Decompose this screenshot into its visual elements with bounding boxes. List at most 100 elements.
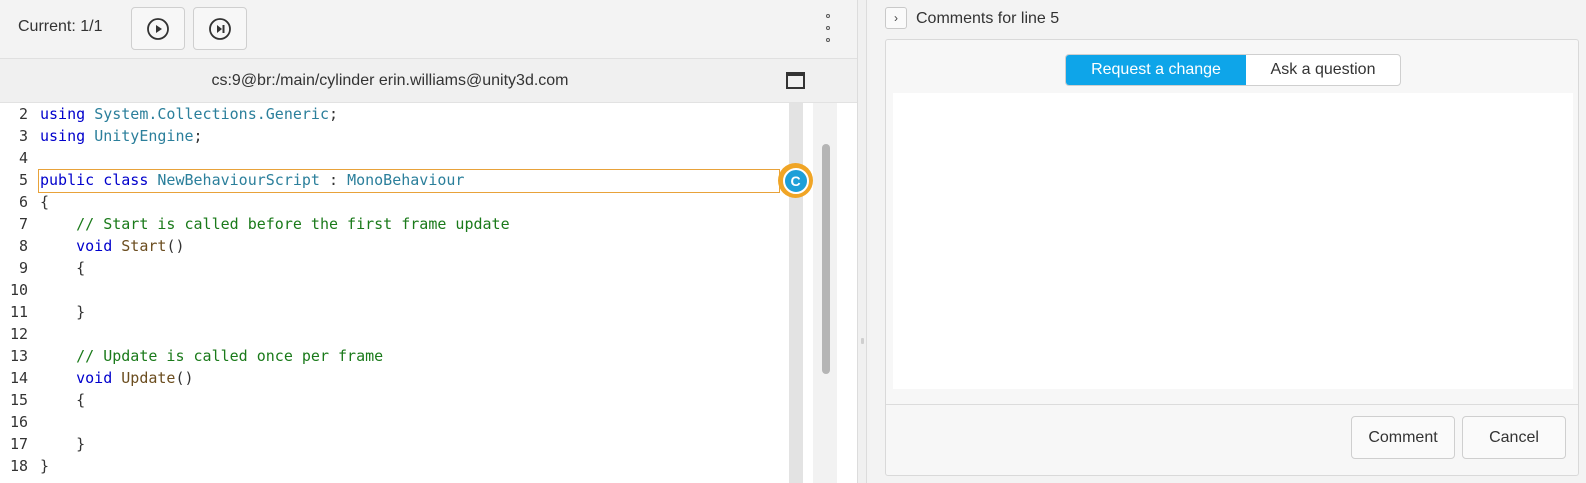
code-token: () (166, 237, 185, 255)
code-line[interactable]: 8 void Start() (0, 235, 798, 257)
code-text: using System.Collections.Generic; (40, 103, 338, 125)
code-line[interactable]: 9 { (0, 257, 798, 279)
code-text: } (40, 455, 49, 477)
code-line[interactable]: 13 // Update is called once per frame (0, 345, 798, 367)
skip-next-icon (209, 17, 231, 40)
code-line[interactable]: 10 (0, 279, 798, 301)
line-number: 10 (9, 281, 28, 299)
code-token: class (103, 171, 149, 189)
line-number: 3 (18, 127, 28, 145)
code-token: : (319, 171, 348, 189)
comment-textarea[interactable] (893, 93, 1573, 389)
play-button[interactable] (131, 7, 185, 50)
code-text: } (40, 433, 85, 455)
file-path-bar: cs:9@br:/main/cylinder erin.williams@uni… (0, 58, 867, 103)
panel-splitter[interactable] (857, 0, 867, 483)
line-number: 16 (9, 413, 28, 431)
code-line[interactable]: 5 public class NewBehaviourScript : MonoB… (0, 169, 798, 191)
editor-gutter-strip (789, 103, 803, 483)
code-line[interactable]: 3 using UnityEngine; (0, 125, 798, 147)
code-token: ; (193, 127, 203, 145)
card-divider (886, 404, 1578, 405)
code-line[interactable]: 18} (0, 455, 798, 477)
code-token: // Update is called once per frame (76, 347, 384, 365)
line-number: 11 (9, 303, 28, 321)
code-text: using UnityEngine; (40, 125, 203, 147)
code-token: NewBehaviourScript (157, 171, 320, 189)
minimap (803, 103, 813, 483)
code-line[interactable]: 12 (0, 323, 798, 345)
line-number: 5 (18, 171, 28, 189)
code-token: UnityEngine (94, 127, 194, 145)
collapse-comments-button[interactable]: › (885, 7, 907, 29)
code-text: // Start is called before the first fram… (40, 213, 510, 235)
code-line[interactable]: 7 // Start is called before the first fr… (0, 213, 798, 235)
line-number: 12 (9, 325, 28, 343)
code-text: void Update() (40, 367, 193, 389)
code-text: } (40, 301, 85, 323)
code-token: } (40, 303, 86, 321)
code-text: { (40, 191, 49, 213)
more-vertical-icon[interactable] (823, 14, 833, 42)
line-number: 2 (18, 105, 28, 123)
play-circle-icon (147, 17, 169, 40)
code-line[interactable]: 6{ (0, 191, 798, 213)
code-line[interactable]: 15 { (0, 389, 798, 411)
toolbar: Current: 1/1 (0, 0, 867, 58)
comment-marker-letter: C (782, 167, 809, 194)
code-line[interactable]: 4 (0, 147, 798, 169)
tab-ask-question[interactable]: Ask a question (1246, 55, 1400, 85)
comments-title: Comments for line 5 (916, 10, 1060, 27)
code-token: void (76, 237, 113, 255)
code-token: { (40, 193, 50, 211)
code-token: using (40, 105, 86, 123)
code-editor[interactable]: 2 using System.Collections.Generic; 3 using… (0, 103, 798, 483)
code-line[interactable]: 17 } (0, 433, 798, 455)
line-number: 17 (9, 435, 28, 453)
comment-button[interactable]: Comment (1351, 416, 1455, 459)
code-text: { (40, 389, 85, 411)
code-token: MonoBehaviour (347, 171, 465, 189)
cancel-button[interactable]: Cancel (1462, 416, 1566, 459)
scrollbar-thumb[interactable] (822, 144, 830, 374)
code-token: // Start is called before the first fram… (76, 215, 510, 233)
code-token: Start (121, 237, 167, 255)
tab-request-change[interactable]: Request a change (1066, 55, 1246, 85)
comment-type-selector: Request a change Ask a question (1065, 54, 1401, 86)
code-token: Update (121, 369, 176, 387)
code-token: public (40, 171, 95, 189)
line-number: 15 (9, 391, 28, 409)
current-change-counter: Current: 1/1 (18, 18, 103, 35)
code-text: void Start() (40, 235, 185, 257)
comment-marker[interactable]: C (778, 163, 813, 198)
next-change-button[interactable] (193, 7, 247, 50)
code-text: public class NewBehaviourScript : MonoBe… (40, 169, 464, 191)
code-token: ; (329, 105, 339, 123)
code-line[interactable]: 11 } (0, 301, 798, 323)
line-number: 13 (9, 347, 28, 365)
code-token: { (40, 259, 86, 277)
code-token: System.Collections.Generic (94, 105, 329, 123)
splitter-grip (861, 338, 864, 344)
code-line[interactable]: 16 (0, 411, 798, 433)
code-line[interactable]: 14 void Update() (0, 367, 798, 389)
maximize-window-icon[interactable] (786, 72, 805, 89)
code-line[interactable]: 2 using System.Collections.Generic; (0, 103, 798, 125)
code-token: using (40, 127, 86, 145)
line-number: 14 (9, 369, 28, 387)
file-path-text: cs:9@br:/main/cylinder erin.williams@uni… (211, 72, 569, 89)
chevron-right-icon: › (894, 11, 898, 25)
code-review-panel: Current: 1/1 cs:9@br:/main/cylinder erin… (0, 0, 867, 483)
line-number: 18 (9, 457, 28, 475)
line-number: 7 (18, 215, 28, 233)
line-number: 4 (18, 149, 28, 167)
code-token: { (40, 391, 86, 409)
code-token: } (40, 435, 86, 453)
